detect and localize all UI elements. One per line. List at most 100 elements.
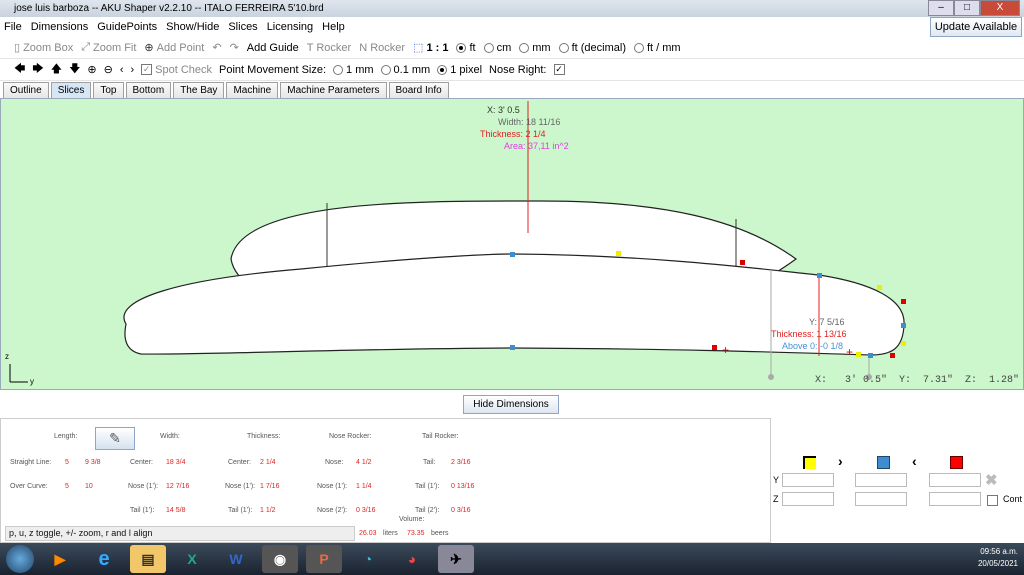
arrow-left-icon[interactable]: 🡄 bbox=[14, 60, 25, 79]
unit-ft-decimal[interactable]: ft (decimal) bbox=[558, 42, 626, 54]
thickness-nose1-value: 1 7/16 bbox=[260, 483, 280, 490]
menu-guidepoints[interactable]: GuidePoints bbox=[97, 21, 157, 33]
radio-icon bbox=[380, 64, 391, 75]
outline-area-readout: Area: 37,11 in^2 bbox=[504, 141, 569, 151]
system-tray-clock[interactable]: 09:56 a.m. 20/05/2021 bbox=[978, 546, 1018, 570]
width-nose1-label: Nose (1'): bbox=[128, 483, 159, 490]
movement-1pixel[interactable]: 1 pixel bbox=[437, 64, 482, 76]
movement-1mm[interactable]: 1 mm bbox=[333, 64, 374, 76]
toolbar-nav: 🡄 🡆 🡅 🡇 ⊕ ⊖ ‹ › ✓ Spot Check Point Moveme… bbox=[0, 59, 1024, 81]
radio-icon bbox=[558, 42, 569, 53]
red-y-input[interactable] bbox=[929, 473, 981, 487]
zoom-box-button[interactable]: ▯ Zoom Box bbox=[14, 41, 73, 55]
tab-the-bay[interactable]: The Bay bbox=[173, 82, 225, 98]
menu-licensing[interactable]: Licensing bbox=[267, 21, 313, 33]
zoom-box-icon: ▯ bbox=[14, 42, 21, 54]
menu-dimensions[interactable]: Dimensions bbox=[31, 21, 88, 33]
close-button[interactable]: X bbox=[980, 0, 1020, 16]
chevron-right-icon[interactable]: › bbox=[838, 453, 843, 469]
unit-cm[interactable]: cm bbox=[483, 42, 511, 54]
vpn-app-icon[interactable]: ◉ bbox=[262, 545, 298, 573]
zoom-out-icon[interactable]: ⊖ bbox=[104, 63, 113, 76]
radio-icon bbox=[437, 64, 448, 75]
t-rocker-button[interactable]: T Rocker bbox=[307, 42, 351, 54]
file-explorer-icon[interactable]: ▤ bbox=[130, 545, 166, 573]
media-player-icon[interactable]: ▶ bbox=[42, 545, 78, 573]
control-point-yellow bbox=[856, 352, 861, 357]
blue-y-input[interactable] bbox=[855, 473, 907, 487]
start-button-icon[interactable] bbox=[6, 545, 34, 573]
width-center-label: Center: bbox=[130, 459, 153, 466]
axis-y-label: y bbox=[30, 377, 34, 386]
internet-explorer-icon[interactable]: e bbox=[86, 545, 122, 573]
clock-date: 20/05/2021 bbox=[977, 559, 1018, 568]
control-point-blue bbox=[510, 345, 515, 350]
n-rocker-button[interactable]: N Rocker bbox=[359, 42, 405, 54]
tab-board-info[interactable]: Board Info bbox=[388, 82, 449, 98]
undo-button[interactable]: ↶ bbox=[212, 41, 221, 54]
maximize-button[interactable]: □ bbox=[954, 0, 980, 16]
edit-length-button[interactable]: ✎ bbox=[95, 427, 135, 450]
zoom-in-icon[interactable]: ⊕ bbox=[87, 63, 96, 76]
straight-line-ft: 5 bbox=[65, 459, 69, 466]
dimensions-panel: Length: ✎ Width: Thickness: Nose Rocker:… bbox=[0, 418, 771, 543]
menu-slices[interactable]: Slices bbox=[228, 21, 257, 33]
nose-rocker-nose2-label: Nose (2'): bbox=[317, 507, 348, 514]
word-icon[interactable]: W bbox=[218, 545, 254, 573]
tab-bottom[interactable]: Bottom bbox=[125, 82, 172, 98]
excel-icon[interactable]: X bbox=[174, 545, 210, 573]
tab-machine[interactable]: Machine bbox=[226, 82, 279, 98]
outline-thickness-readout: Thickness: 2 1/4 bbox=[480, 129, 546, 139]
chevron-left-icon[interactable]: ‹ bbox=[120, 64, 124, 76]
add-point-button[interactable]: ⊕ Add Point bbox=[144, 41, 204, 55]
chevron-right-icon[interactable]: › bbox=[130, 64, 134, 76]
menu-help[interactable]: Help bbox=[322, 21, 345, 33]
tab-outline[interactable]: Outline bbox=[3, 82, 49, 98]
update-available-button[interactable]: Update Available bbox=[930, 17, 1022, 37]
arrow-down-icon[interactable]: 🡇 bbox=[69, 60, 80, 79]
zoom-fit-button[interactable]: ⤢ Zoom Fit bbox=[81, 41, 136, 54]
nose-right-checkbox[interactable]: ✓ bbox=[553, 64, 565, 75]
blue-point-icon[interactable] bbox=[877, 456, 890, 469]
nose-rocker-nose-value: 4 1/2 bbox=[356, 459, 372, 466]
nose-rocker-nose2-value: 0 3/16 bbox=[356, 507, 376, 514]
hide-dimensions-button[interactable]: Hide Dimensions bbox=[463, 395, 559, 414]
aku-shaper-icon[interactable]: ✈ bbox=[438, 545, 474, 573]
blue-z-input[interactable] bbox=[855, 492, 907, 506]
control-point-blue bbox=[510, 252, 515, 257]
edge-icon[interactable]: ◔ bbox=[350, 545, 386, 573]
tab-slices[interactable]: Slices bbox=[50, 82, 92, 98]
chrome-icon[interactable]: ◕ bbox=[394, 545, 430, 573]
yellow-point-icon[interactable] bbox=[803, 456, 816, 469]
tab-top[interactable]: Top bbox=[93, 82, 124, 98]
control-point-red bbox=[901, 299, 906, 304]
menu-file[interactable]: File bbox=[4, 21, 22, 33]
design-canvas[interactable]: + + z y X: 3' 0.5 Width: 18 11/16 Thickn… bbox=[0, 98, 1024, 390]
unit-ft[interactable]: ft bbox=[456, 42, 476, 54]
cont-checkbox[interactable] bbox=[987, 495, 998, 506]
redo-icon: ↷ bbox=[229, 42, 239, 54]
thickness-nose1-label: Nose (1'): bbox=[225, 483, 256, 490]
unit-mm[interactable]: mm bbox=[519, 42, 551, 54]
movement-0-1mm[interactable]: 0.1 mm bbox=[380, 64, 430, 76]
minimize-button[interactable]: – bbox=[928, 0, 954, 16]
tab-machine-parameters[interactable]: Machine Parameters bbox=[280, 82, 387, 98]
powerpoint-icon[interactable]: P bbox=[306, 545, 342, 573]
add-guide-button[interactable]: Add Guide bbox=[247, 42, 299, 54]
tab-bar: Outline Slices Top Bottom The Bay Machin… bbox=[0, 82, 1024, 98]
chevron-left-icon[interactable]: ‹ bbox=[912, 453, 917, 469]
arrow-up-icon[interactable]: 🡅 bbox=[51, 60, 62, 79]
pencil-icon: ✎ bbox=[109, 430, 121, 446]
menu-showhide[interactable]: Show/Hide bbox=[166, 21, 219, 33]
scale-button[interactable]: ⬚ 1 : 1 bbox=[413, 41, 448, 55]
red-z-input[interactable] bbox=[929, 492, 981, 506]
yellow-z-input[interactable] bbox=[782, 492, 834, 506]
yellow-y-input[interactable] bbox=[782, 473, 834, 487]
clear-x-icon[interactable]: ✖ bbox=[985, 471, 998, 489]
arrow-right-icon[interactable]: 🡆 bbox=[32, 60, 43, 79]
unit-ft-mm[interactable]: ft / mm bbox=[633, 42, 681, 54]
over-curve-ft: 5 bbox=[65, 483, 69, 490]
red-point-icon[interactable] bbox=[950, 456, 963, 469]
redo-button[interactable]: ↷ bbox=[230, 41, 239, 54]
spot-check-checkbox[interactable]: ✓ Spot Check bbox=[141, 64, 212, 76]
